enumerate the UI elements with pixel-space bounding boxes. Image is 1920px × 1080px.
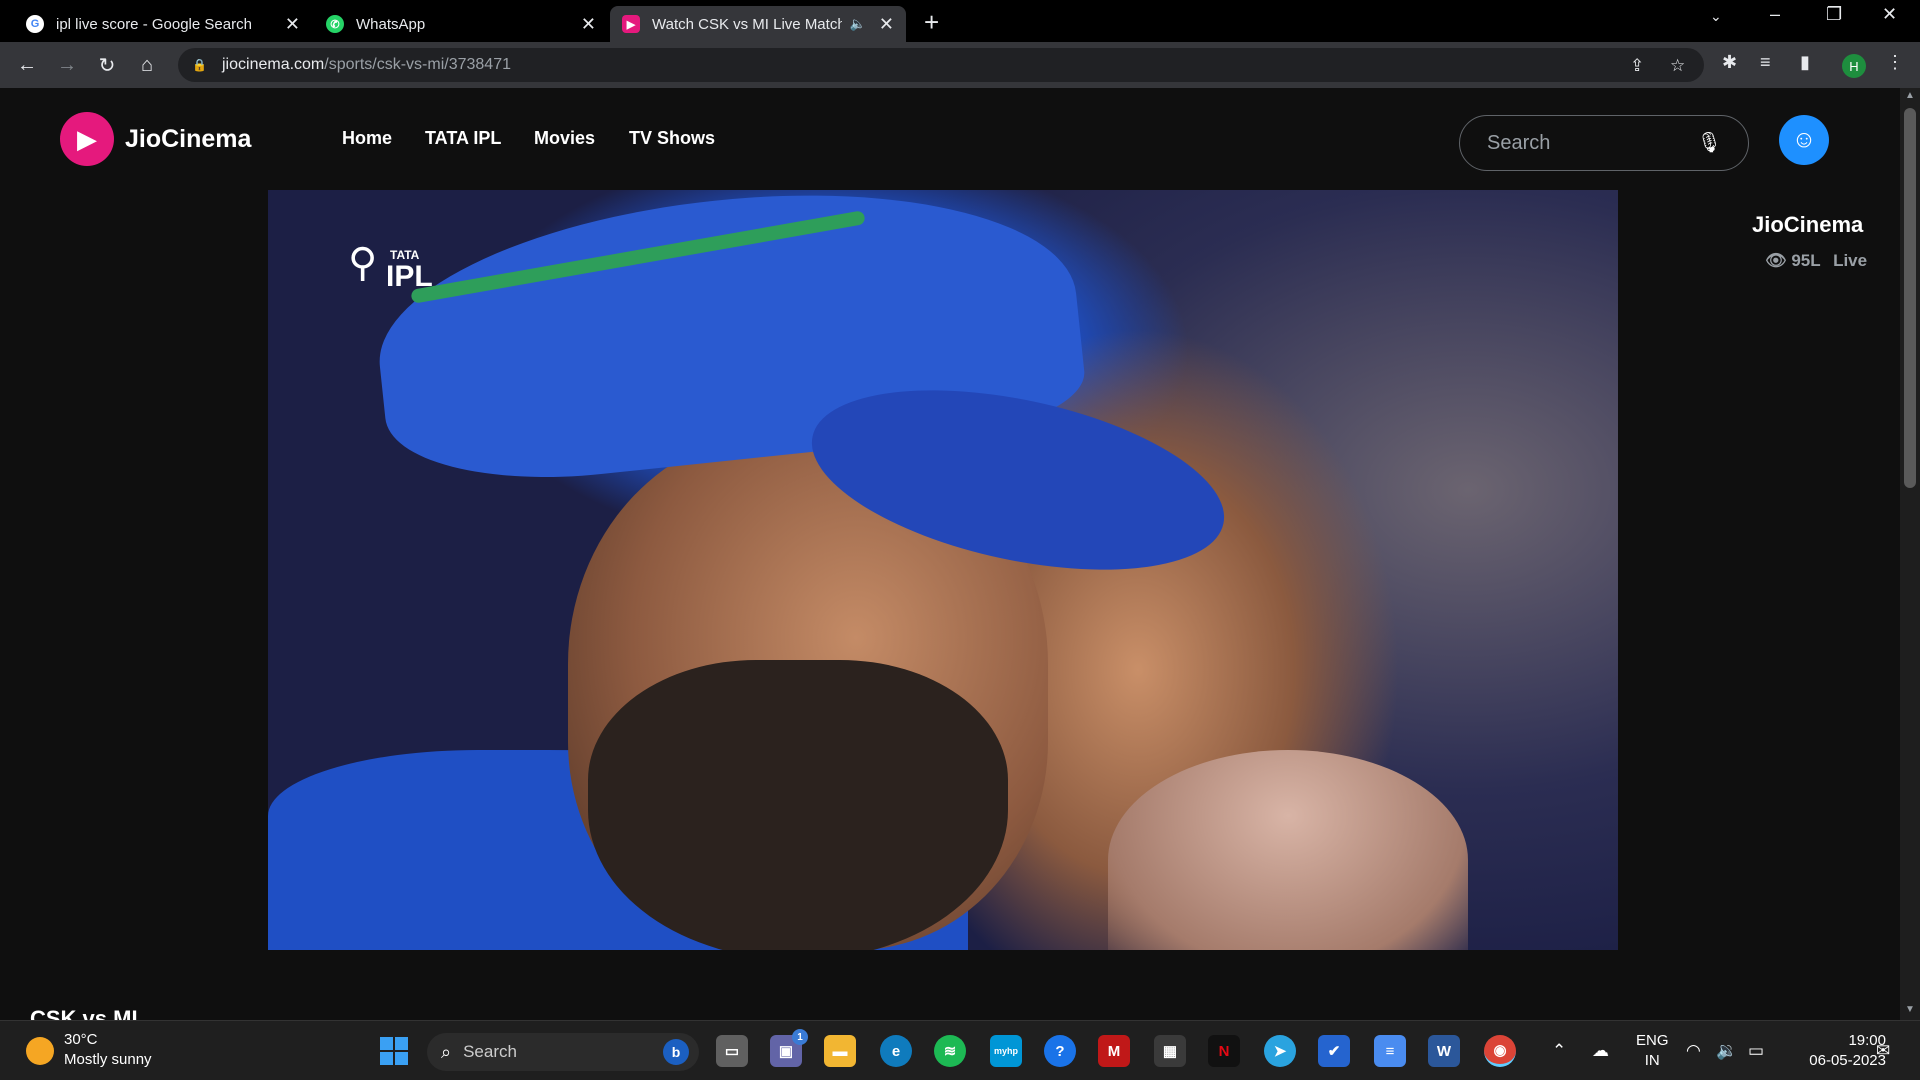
search-icon: ⌕ [441, 1041, 452, 1062]
ipl-logo-text: IPL [386, 260, 433, 293]
user-avatar[interactable]: ☺ [1779, 115, 1829, 165]
nav-tata-ipl[interactable]: TATA IPL [425, 128, 501, 149]
edge-icon[interactable]: e [880, 1035, 912, 1067]
language-indicator[interactable]: ENG IN [1636, 1031, 1669, 1071]
share-icon[interactable]: ⇪ [1630, 56, 1644, 76]
volume-icon[interactable]: 🔉 [1716, 1041, 1737, 1061]
video-player[interactable]: ⚲ TATA IPL [268, 190, 1618, 950]
whatsapp-icon: ✆ [326, 15, 344, 33]
live-views: 👁 95L Live [1765, 251, 1867, 271]
restore-icon[interactable]: ❐ [1826, 4, 1842, 25]
windows-start-icon[interactable] [380, 1037, 408, 1065]
video-frame-beard [588, 660, 1008, 950]
tata-ipl-logo: ⚲ TATA IPL [348, 240, 438, 304]
tab-close-icon[interactable]: ✕ [879, 14, 894, 35]
nav-home[interactable]: Home [342, 128, 392, 149]
jiocinema-logo-icon: ▶ [60, 112, 114, 166]
jiocinema-icon: ▶ [622, 15, 640, 33]
taskbar-search-input[interactable]: ⌕ Search b [427, 1033, 699, 1071]
windows-taskbar: 30°C Mostly sunny ⌕ Search b ▭ ▣ 1 ▬ e ≋ … [0, 1020, 1920, 1080]
channel-name: JioCinema [1752, 212, 1864, 237]
url-host: jiocinema.com [222, 56, 325, 73]
store-icon[interactable]: ▦ [1154, 1035, 1186, 1067]
tab-close-icon[interactable]: ✕ [581, 14, 596, 35]
match-title: CSK vs MI [30, 1006, 138, 1020]
onedrive-icon[interactable]: ☁ [1592, 1041, 1609, 1061]
reload-icon[interactable]: ↻ [92, 50, 122, 80]
myhp-icon[interactable]: myhp [990, 1035, 1022, 1067]
brand-name: JioCinema [125, 124, 252, 153]
tab-title: WhatsApp [356, 15, 426, 33]
address-bar[interactable]: 🔒 jiocinema.com/sports/csk-vs-mi/3738471… [178, 48, 1704, 82]
tab-title: Watch CSK vs MI Live Match [652, 15, 842, 33]
home-icon[interactable]: ⌂ [132, 50, 162, 80]
tab-whatsapp[interactable]: ✆ WhatsApp ✕ [314, 6, 608, 42]
weather-sun-icon[interactable] [26, 1037, 54, 1065]
extensions-icon[interactable]: ✱ [1722, 52, 1737, 73]
tray-overflow-icon[interactable]: ⌃ [1552, 1041, 1566, 1061]
eye-icon: 👁 [1765, 251, 1787, 270]
scroll-thumb[interactable] [1904, 108, 1916, 488]
netflix-icon[interactable]: N [1208, 1035, 1240, 1067]
bing-icon[interactable]: b [663, 1039, 689, 1065]
task-view-icon[interactable]: ▭ [716, 1035, 748, 1067]
nav-movies[interactable]: Movies [534, 128, 595, 149]
lock-icon[interactable]: 🔒 [192, 58, 207, 72]
chrome-icon[interactable]: ◉ [1484, 1035, 1516, 1067]
close-window-icon[interactable]: ✕ [1882, 4, 1897, 25]
folder-icon[interactable]: ▬ [824, 1035, 856, 1067]
battery-icon[interactable]: ▭ [1748, 1041, 1764, 1061]
system-clock[interactable]: 19:00 06-05-2023 [1786, 1031, 1886, 1071]
wifi-icon[interactable]: ◠ [1686, 1041, 1701, 1061]
search-placeholder: Search [1487, 131, 1551, 154]
scroll-up-icon[interactable]: ▲ [1905, 90, 1915, 101]
weather-description[interactable]: Mostly sunny [64, 1051, 152, 1068]
word-icon[interactable]: W [1428, 1035, 1460, 1067]
taskbar-search-placeholder: Search [463, 1042, 517, 1061]
tab-close-icon[interactable]: ✕ [285, 14, 300, 35]
view-count: 95L [1791, 251, 1821, 270]
batsman-icon: ⚲ [348, 241, 378, 285]
language-code: ENG [1636, 1032, 1669, 1049]
help-icon[interactable]: ? [1044, 1035, 1076, 1067]
browser-tabstrip: G ipl live score - Google Search ✕ ✆ Wha… [0, 0, 1920, 42]
notepad-icon[interactable]: ≡ [1374, 1035, 1406, 1067]
teams-badge: 1 [792, 1029, 808, 1045]
speaker-icon[interactable]: 🔈 [850, 16, 866, 32]
mcafee-icon[interactable]: M [1098, 1035, 1130, 1067]
forward-icon[interactable]: → [52, 50, 82, 80]
notifications-icon[interactable]: ✉ [1876, 1041, 1890, 1061]
spotify-icon[interactable]: ≋ [934, 1035, 966, 1067]
bookmark-star-icon[interactable]: ☆ [1670, 56, 1685, 76]
microphone-icon[interactable]: 🎙 [1697, 130, 1722, 155]
back-icon[interactable]: ← [12, 50, 42, 80]
clock-date: 06-05-2023 [1809, 1052, 1886, 1069]
tab-search-icon[interactable]: ⌄ [1710, 8, 1722, 25]
tab-title: ipl live score - Google Search [56, 15, 252, 33]
scroll-down-icon[interactable]: ▼ [1905, 1004, 1915, 1015]
site-logo[interactable]: ▶ JioCinema [60, 112, 251, 166]
url-path: /sports/csk-vs-mi/3738471 [324, 56, 511, 73]
google-icon: G [26, 15, 44, 33]
teams-icon[interactable]: ▣ 1 [770, 1029, 808, 1067]
media-control-icon[interactable]: ≡ [1760, 52, 1771, 73]
new-tab-button[interactable]: + [924, 6, 939, 38]
todo-icon[interactable]: ✔ [1318, 1035, 1350, 1067]
video-frame-hands [1108, 750, 1468, 950]
tab-jiocinema[interactable]: ▶ Watch CSK vs MI Live Match 🔈 ✕ [610, 6, 906, 42]
chrome-menu-icon[interactable]: ⋮ [1886, 52, 1904, 73]
nav-tv-shows[interactable]: TV Shows [629, 128, 715, 149]
region-code: IN [1644, 1052, 1660, 1069]
minimize-icon[interactable]: – [1770, 4, 1780, 25]
site-search-input[interactable]: Search 🎙 [1459, 115, 1749, 171]
side-panel-icon[interactable]: ▮ [1800, 52, 1810, 73]
profile-avatar[interactable]: H [1842, 54, 1866, 78]
live-label: Live [1833, 251, 1868, 270]
page-scrollbar[interactable]: ▲ ▼ [1900, 88, 1920, 1020]
clock-time: 19:00 [1848, 1032, 1886, 1049]
browser-toolbar: ← → ↻ ⌂ 🔒 jiocinema.com/sports/csk-vs-mi… [0, 42, 1920, 88]
weather-temperature[interactable]: 30°C [64, 1031, 98, 1048]
tab-google-search[interactable]: G ipl live score - Google Search ✕ [14, 6, 312, 42]
telegram-icon[interactable]: ➤ [1264, 1035, 1296, 1067]
